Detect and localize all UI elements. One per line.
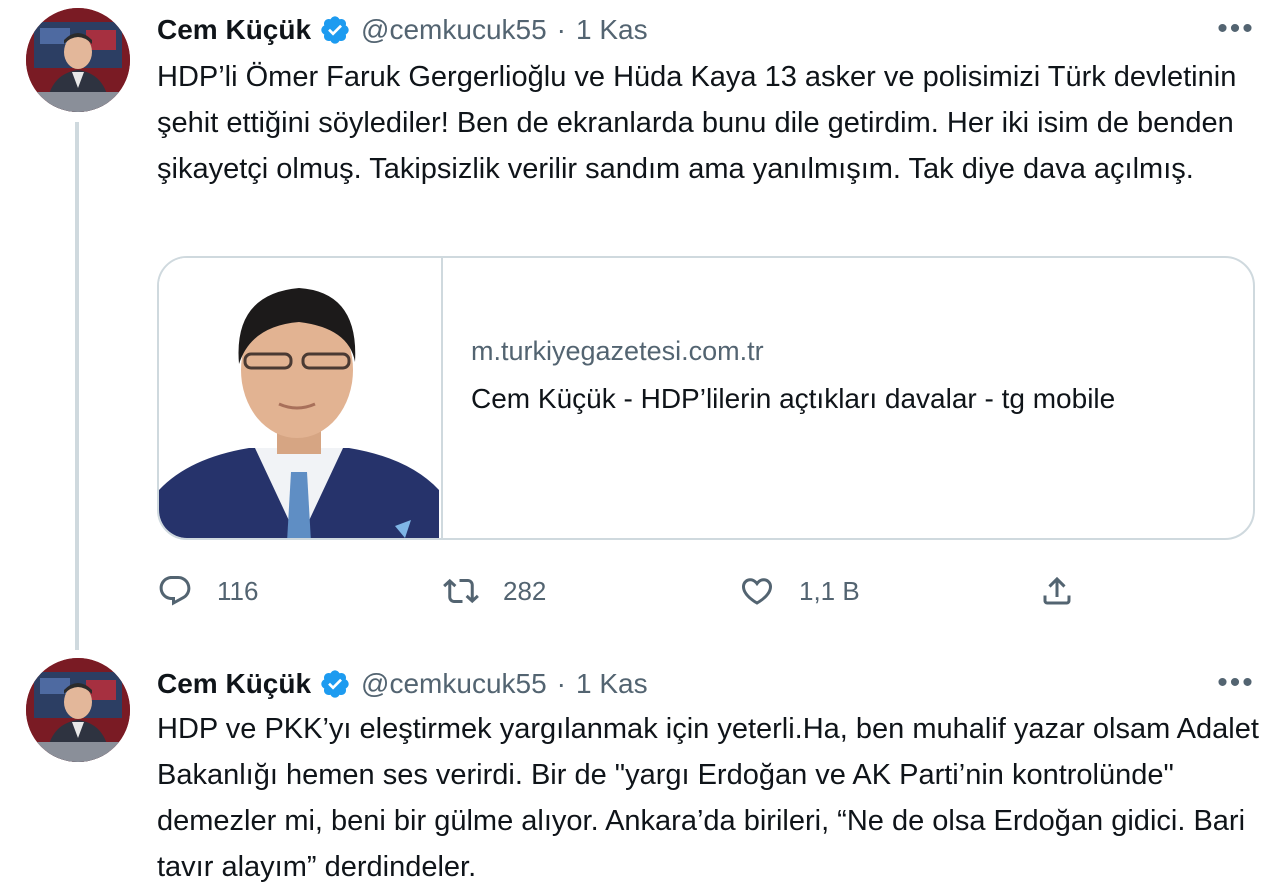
tweet-text: HDP ve PKK’yı eleştirmek yargılanmak içi…: [157, 713, 1267, 883]
avatar-image: [26, 8, 130, 112]
card-body: m.turkiyegazetesi.com.tr Cem Küçük - HDP…: [443, 258, 1115, 538]
card-photo: [159, 258, 439, 538]
card-thumbnail: [159, 258, 443, 538]
tweet-actions: 116 282 1,1 B: [157, 566, 1257, 616]
tweet-header: Cem Küçük @cemkucuk55 · 1 Kas: [157, 664, 648, 704]
author-handle[interactable]: @cemkucuk55: [361, 668, 547, 700]
tweet-timestamp[interactable]: 1 Kas: [576, 668, 648, 700]
tweet-text: HDP’li Ömer Faruk Gergerlioğlu ve Hüda K…: [157, 61, 1245, 185]
verified-badge-icon: [321, 670, 349, 698]
more-icon[interactable]: •••: [1214, 12, 1258, 45]
more-icon[interactable]: •••: [1214, 666, 1258, 699]
separator-dot: ·: [556, 14, 566, 45]
like-button[interactable]: 1,1 B: [739, 566, 860, 616]
reply-button[interactable]: 116: [157, 566, 258, 616]
tweet-header: Cem Küçük @cemkucuk55 · 1 Kas: [157, 10, 648, 50]
share-icon: [1043, 576, 1071, 605]
author-handle[interactable]: @cemkucuk55: [361, 14, 547, 46]
card-title: Cem Küçük - HDP’lilerin açtıkları davala…: [471, 383, 1116, 414]
tweet-1[interactable]: Cem Küçük @cemkucuk55 · 1 Kas ••• HDP’li…: [0, 0, 1280, 650]
like-icon: [741, 578, 773, 605]
card-domain: m.turkiyegazetesi.com.tr: [471, 336, 764, 366]
thread-line: [75, 122, 79, 650]
author-name[interactable]: Cem Küçük: [157, 14, 311, 46]
reply-count: 116: [217, 575, 259, 606]
retweet-icon: [443, 578, 479, 604]
tweet-timestamp[interactable]: 1 Kas: [576, 14, 648, 46]
share-button[interactable]: [1039, 566, 1075, 616]
avatar-image: [26, 658, 130, 762]
verified-badge-icon: [321, 16, 349, 44]
avatar[interactable]: [26, 8, 130, 112]
retweet-count: 282: [503, 575, 547, 606]
like-count: 1,1 B: [799, 575, 860, 606]
reply-icon: [159, 576, 191, 606]
avatar[interactable]: [26, 658, 130, 762]
link-preview-card[interactable]: m.turkiyegazetesi.com.tr Cem Küçük - HDP…: [157, 256, 1255, 540]
separator-dot: ·: [556, 668, 566, 699]
retweet-button[interactable]: 282: [443, 566, 546, 616]
author-name[interactable]: Cem Küçük: [157, 668, 311, 700]
